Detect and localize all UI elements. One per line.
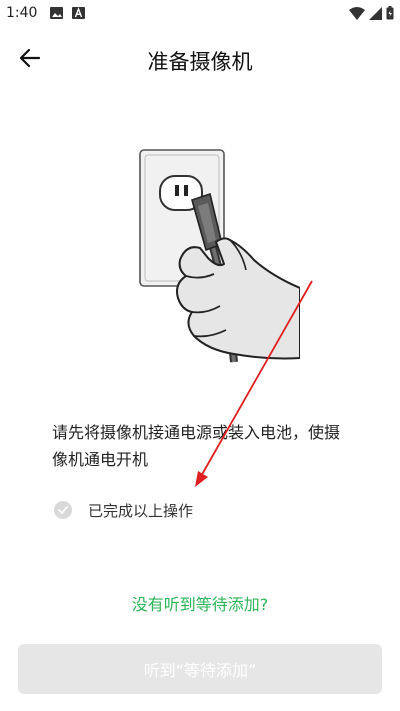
outlet-plug-icon [139, 149, 300, 363]
instruction-text: 请先将摄像机接通电源或装入电池，使摄像机通电开机 [52, 423, 341, 469]
wifi-icon [349, 6, 365, 20]
a-notification-icon [72, 7, 85, 19]
gallery-icon [50, 7, 63, 19]
page-title: 准备摄像机 [147, 50, 253, 74]
checkmark-icon [58, 506, 68, 514]
check-circle-icon[interactable] [54, 501, 72, 519]
heard-waiting-button[interactable]: 听到“等待添加” [18, 644, 382, 694]
status-bar: 1:40 [0, 0, 400, 28]
signal-icon [369, 6, 382, 20]
status-time: 1:40 [6, 5, 38, 21]
confirm-label: 已完成以上操作 [88, 501, 194, 520]
status-icons [349, 6, 394, 20]
app-bar: 准备摄像机 [0, 36, 400, 80]
battery-icon [386, 6, 394, 20]
not-heard-help-link[interactable]: 没有听到等待添加? [0, 591, 400, 615]
confirm-checkbox[interactable]: 已完成以上操作 [54, 498, 193, 522]
